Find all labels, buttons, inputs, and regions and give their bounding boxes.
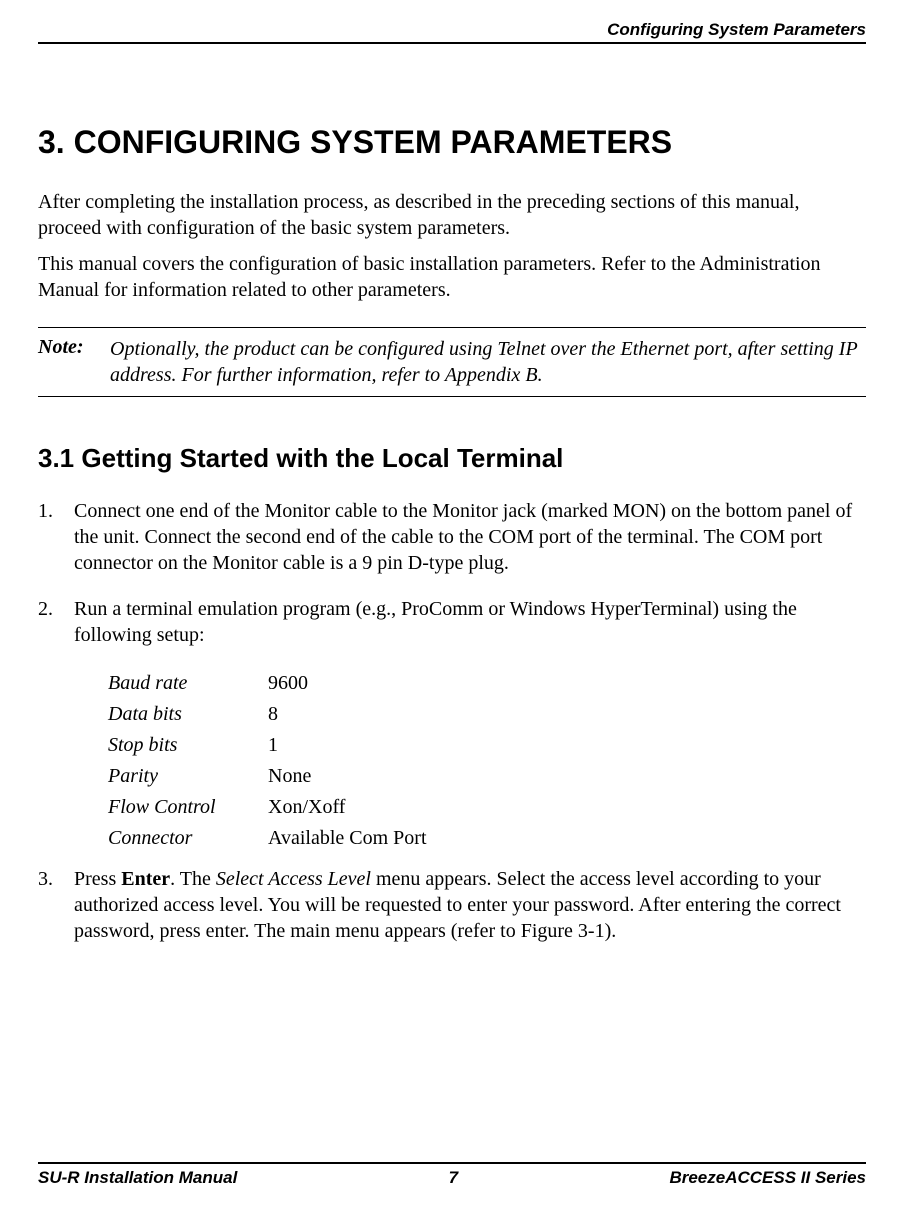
setup-row: Connector Available Com Port (108, 823, 866, 854)
setup-label: Flow Control (108, 792, 268, 823)
page-header: Configuring System Parameters (38, 20, 866, 44)
section-number: 3. (38, 124, 65, 160)
intro-paragraph-2: This manual covers the configuration of … (38, 251, 866, 303)
step-2: 2. Run a terminal emulation program (e.g… (38, 596, 866, 648)
enter-key: Enter (121, 868, 170, 890)
setup-row: Data bits 8 (108, 699, 866, 730)
step-number: 3. (38, 866, 74, 944)
footer-page-number: 7 (449, 1168, 458, 1188)
setup-value: Xon/Xoff (268, 792, 345, 823)
setup-row: Flow Control Xon/Xoff (108, 792, 866, 823)
subsection-title: 3.1 Getting Started with the Local Termi… (38, 443, 866, 474)
footer-left: SU-R Installation Manual (38, 1168, 237, 1188)
note-text: Optionally, the product can be configure… (110, 336, 866, 388)
setup-row: Parity None (108, 761, 866, 792)
subsection-number: 3.1 (38, 443, 74, 473)
setup-label: Parity (108, 761, 268, 792)
setup-value: Available Com Port (268, 823, 427, 854)
running-title: Configuring System Parameters (607, 20, 866, 39)
step-text: Connect one end of the Monitor cable to … (74, 498, 866, 576)
setup-row: Stop bits 1 (108, 730, 866, 761)
setup-value: 8 (268, 699, 278, 730)
menu-name: Select Access Level (216, 868, 371, 890)
step-number: 1. (38, 498, 74, 576)
section-title: 3. CONFIGURING SYSTEM PARAMETERS (38, 124, 866, 161)
setup-value: 9600 (268, 668, 308, 699)
terminal-setup-table: Baud rate 9600 Data bits 8 Stop bits 1 P… (108, 668, 866, 854)
section-heading: CONFIGURING SYSTEM PARAMETERS (74, 124, 673, 160)
setup-label: Stop bits (108, 730, 268, 761)
step-number: 2. (38, 596, 74, 648)
setup-row: Baud rate 9600 (108, 668, 866, 699)
subsection-heading: Getting Started with the Local Terminal (81, 443, 563, 473)
setup-value: 1 (268, 730, 278, 761)
step-text: Run a terminal emulation program (e.g., … (74, 596, 866, 648)
note-block: Note: Optionally, the product can be con… (38, 327, 866, 397)
setup-label: Baud rate (108, 668, 268, 699)
footer-right: BreezeACCESS II Series (669, 1168, 866, 1188)
intro-paragraph-1: After completing the installation proces… (38, 189, 866, 241)
page-footer: SU-R Installation Manual 7 BreezeACCESS … (38, 1162, 866, 1188)
step-text: Press Enter. The Select Access Level men… (74, 866, 866, 944)
text-fragment: Press (74, 868, 121, 890)
setup-value: None (268, 761, 311, 792)
step-1: 1. Connect one end of the Monitor cable … (38, 498, 866, 576)
setup-label: Connector (108, 823, 268, 854)
text-fragment: . The (170, 868, 216, 890)
step-3: 3. Press Enter. The Select Access Level … (38, 866, 866, 944)
note-label: Note: (38, 336, 110, 388)
setup-label: Data bits (108, 699, 268, 730)
